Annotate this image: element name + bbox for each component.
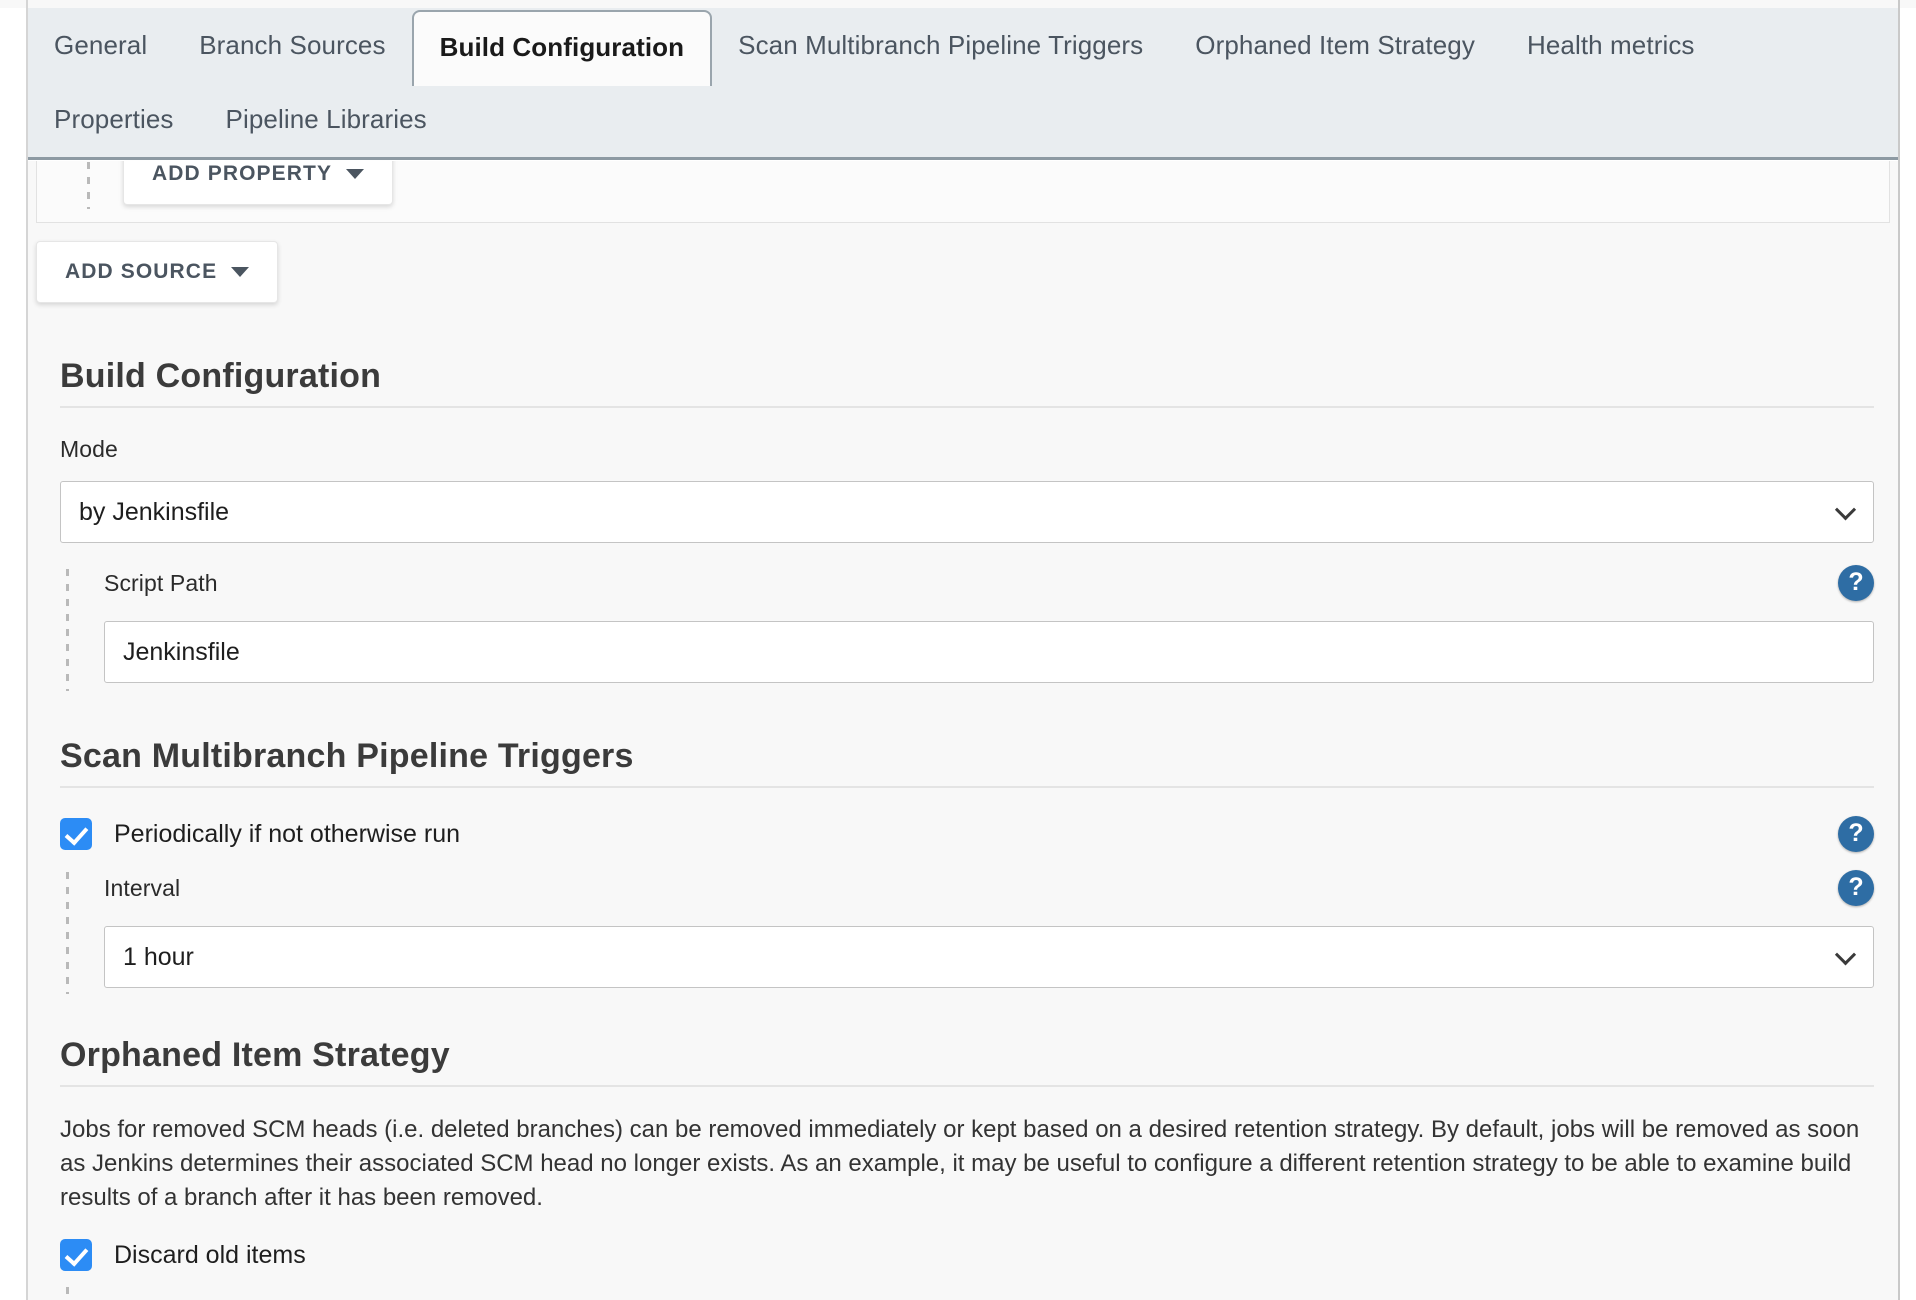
indent-guide-interval xyxy=(66,872,69,994)
config-form: ADD PROPERTY ADD SOURCE Build Configurat… xyxy=(28,161,1898,1300)
script-path-label: Script Path xyxy=(104,569,218,596)
indent-guide-property xyxy=(87,161,90,209)
page-frame-right-border xyxy=(1898,0,1900,1300)
branch-source-property-row: ADD PROPERTY xyxy=(36,161,1890,223)
add-source-row: ADD SOURCE xyxy=(28,223,1898,303)
mode-field: Mode by Jenkinsfile xyxy=(60,436,1874,543)
periodically-checkbox[interactable] xyxy=(60,818,92,850)
interval-select[interactable]: 1 hour xyxy=(104,926,1874,988)
discard-old-items-checkbox[interactable] xyxy=(60,1239,92,1272)
help-circle-icon-script-path[interactable]: ? xyxy=(1838,565,1874,601)
tab-health-metrics[interactable]: Health metrics xyxy=(1501,8,1721,84)
mode-selected-value: by Jenkinsfile xyxy=(79,497,230,526)
chevron-down-icon xyxy=(1834,499,1857,521)
config-tab-bar: General Branch Sources Build Configurati… xyxy=(28,8,1898,160)
tab-build-configuration[interactable]: Build Configuration xyxy=(411,10,713,86)
config-form-scroll-area[interactable]: ADD PROPERTY ADD SOURCE Build Configurat… xyxy=(28,161,1898,1300)
mode-select[interactable]: by Jenkinsfile xyxy=(60,481,1874,543)
script-path-block: Script Path ? Jenkinsfile xyxy=(66,565,1874,691)
scan-triggers-heading: Scan Multibranch Pipeline Triggers xyxy=(60,737,1874,788)
discard-old-items-label: Discard old items xyxy=(114,1240,306,1269)
mode-label: Mode xyxy=(60,436,118,462)
add-source-button[interactable]: ADD SOURCE xyxy=(36,241,279,303)
add-property-button[interactable]: ADD PROPERTY xyxy=(123,161,394,205)
discard-old-items-row[interactable]: Discard old items xyxy=(60,1239,1874,1272)
add-source-label: ADD SOURCE xyxy=(65,260,218,283)
indent-guide-days-to-keep xyxy=(66,1287,69,1300)
indent-guide-script-path xyxy=(66,569,69,691)
periodically-checkbox-group[interactable]: Periodically if not otherwise run xyxy=(60,818,460,850)
periodically-row: Periodically if not otherwise run ? xyxy=(60,816,1874,852)
script-path-input[interactable]: Jenkinsfile xyxy=(104,621,1874,683)
jenkins-configure-page: General Branch Sources Build Configurati… xyxy=(0,0,1916,1300)
help-circle-icon-periodically[interactable]: ? xyxy=(1838,816,1874,852)
interval-block: Interval ? 1 hour xyxy=(66,870,1874,994)
build-configuration-heading: Build Configuration xyxy=(60,357,1874,408)
interval-label-row: Interval ? xyxy=(104,870,1874,906)
script-path-value: Jenkinsfile xyxy=(123,637,240,666)
days-to-keep-block: Days to keep old items xyxy=(66,1287,1874,1300)
interval-label: Interval xyxy=(104,874,181,901)
chevron-down-icon xyxy=(1834,944,1857,966)
tab-branch-sources[interactable]: Branch Sources xyxy=(173,8,411,84)
add-property-label: ADD PROPERTY xyxy=(152,162,333,185)
help-circle-icon-interval[interactable]: ? xyxy=(1838,870,1874,906)
tab-row-primary: General Branch Sources Build Configurati… xyxy=(28,8,1898,86)
interval-selected-value: 1 hour xyxy=(123,942,194,971)
orphaned-item-strategy-description: Jobs for removed SCM heads (i.e. deleted… xyxy=(60,1116,1860,1212)
top-strip xyxy=(0,0,1916,8)
tab-orphaned-item-strategy[interactable]: Orphaned Item Strategy xyxy=(1169,8,1501,84)
tab-row-secondary: Properties Pipeline Libraries xyxy=(28,84,1898,160)
chevron-down-icon xyxy=(346,169,365,179)
tab-properties[interactable]: Properties xyxy=(28,84,200,160)
periodically-label: Periodically if not otherwise run xyxy=(114,819,460,848)
script-path-label-row: Script Path ? xyxy=(104,565,1874,601)
tab-pipeline-libraries[interactable]: Pipeline Libraries xyxy=(200,84,453,160)
chevron-down-icon xyxy=(231,267,250,277)
tab-scan-multibranch-pipeline-triggers[interactable]: Scan Multibranch Pipeline Triggers xyxy=(712,8,1169,84)
tab-general[interactable]: General xyxy=(28,8,173,84)
orphaned-item-strategy-heading: Orphaned Item Strategy xyxy=(60,1036,1874,1087)
